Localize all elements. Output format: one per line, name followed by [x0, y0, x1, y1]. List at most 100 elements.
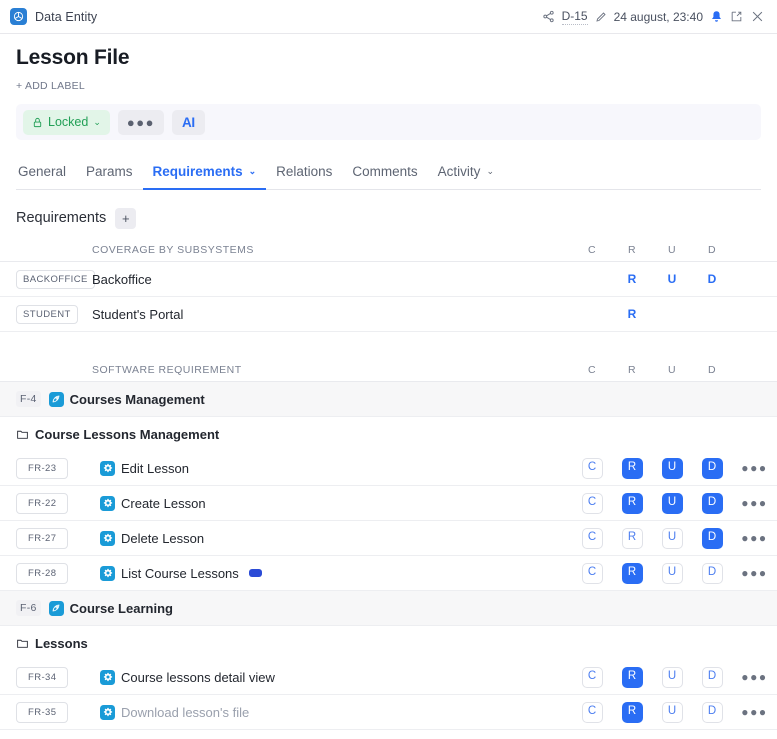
- tab-requirements[interactable]: Requirements ⌄: [142, 164, 267, 190]
- crud-r-toggle[interactable]: R: [621, 562, 643, 584]
- crud-c-toggle[interactable]: C: [581, 527, 603, 549]
- row-menu-button[interactable]: ●●●: [741, 671, 768, 683]
- coverage-r: R: [627, 272, 637, 286]
- folder-icon: [16, 637, 29, 650]
- table-row[interactable]: FR-23 Edit Lesson C R U D ●●●: [0, 451, 777, 486]
- table-row[interactable]: STUDENT Student's Portal R: [0, 297, 777, 332]
- software-requirement-table: SOFTWARE REQUIREMENT C R U D F-4 Courses…: [0, 358, 777, 730]
- column-header-d: D: [708, 243, 716, 256]
- crud-d-toggle[interactable]: D: [701, 562, 723, 584]
- feature-row[interactable]: F-6 Course Learning: [0, 591, 777, 626]
- subsystem-name: Student's Portal: [92, 306, 184, 322]
- share-icon[interactable]: [542, 10, 555, 23]
- ai-button[interactable]: AI: [171, 109, 205, 135]
- entity-date: 24 august, 23:40: [613, 9, 703, 24]
- folder-name: Course Lessons Management: [35, 426, 220, 442]
- requirement-badge: FR-22: [16, 492, 69, 514]
- subsystem-badge: STUDENT: [16, 304, 78, 324]
- crud-c-toggle[interactable]: C: [581, 666, 603, 688]
- crud-r-toggle[interactable]: R: [621, 492, 643, 514]
- ai-label: AI: [181, 114, 195, 130]
- page-title: Lesson File: [16, 46, 130, 69]
- crud-d-toggle[interactable]: D: [701, 527, 723, 549]
- requirements-title: Requirements: [16, 210, 107, 226]
- row-menu-button[interactable]: ●●●: [741, 462, 768, 474]
- folder-row[interactable]: Course Lessons Management: [0, 417, 777, 451]
- crud-c-toggle[interactable]: C: [581, 562, 603, 584]
- crud-d-toggle[interactable]: D: [701, 492, 723, 514]
- software-table-header: SOFTWARE REQUIREMENT C R U D: [0, 358, 777, 382]
- feature-row[interactable]: F-4 Courses Management: [0, 382, 777, 417]
- crud-d-toggle[interactable]: D: [701, 701, 723, 723]
- table-row[interactable]: BACKOFFICE Backoffice R U D: [0, 262, 777, 297]
- requirement-badge: FR-23: [16, 457, 69, 479]
- locked-status-button[interactable]: Locked ⌄: [23, 109, 110, 135]
- crud-r-toggle[interactable]: R: [621, 666, 643, 688]
- table-row[interactable]: FR-28 List Course Lessons C R U D ●●●: [0, 556, 777, 591]
- tab-general[interactable]: General: [16, 164, 76, 190]
- external-link-icon[interactable]: [730, 10, 743, 23]
- crud-c-toggle[interactable]: C: [581, 492, 603, 514]
- crud-u-toggle[interactable]: U: [661, 492, 683, 514]
- column-header-c: C: [588, 243, 596, 256]
- row-menu-button[interactable]: ●●●: [741, 567, 768, 579]
- crud-u-toggle[interactable]: U: [661, 701, 683, 723]
- table-row[interactable]: FR-35 Download lesson's file C R U D ●●●: [0, 695, 777, 730]
- rocket-icon: [48, 600, 64, 616]
- row-menu-button[interactable]: ●●●: [741, 497, 768, 509]
- tab-relations[interactable]: Relations: [266, 164, 342, 190]
- column-header-r: R: [628, 363, 636, 376]
- bell-icon[interactable]: [710, 10, 723, 23]
- crud-c-toggle[interactable]: C: [581, 457, 603, 479]
- row-menu-button[interactable]: ●●●: [741, 532, 768, 544]
- requirements-section-header: Requirements +: [16, 206, 761, 230]
- requirement-name: Create Lesson: [121, 495, 206, 511]
- requirement-badge: FR-34: [16, 666, 69, 688]
- tab-comments[interactable]: Comments: [342, 164, 427, 190]
- crud-c-toggle[interactable]: C: [581, 701, 603, 723]
- table-row[interactable]: FR-27 Delete Lesson C R U D ●●●: [0, 521, 777, 556]
- gear-icon: [100, 530, 115, 546]
- subsystem-badge: BACKOFFICE: [16, 269, 95, 289]
- chevron-down-icon: ⌄: [93, 116, 101, 127]
- crud-r-toggle[interactable]: R: [621, 527, 643, 549]
- action-toolbar: Locked ⌄ ●●● AI: [16, 104, 761, 140]
- crud-u-toggle[interactable]: U: [661, 457, 683, 479]
- crud-u-toggle[interactable]: U: [661, 666, 683, 688]
- crud-d-toggle[interactable]: D: [701, 457, 723, 479]
- table-row[interactable]: FR-34 Course lessons detail view C R U D…: [0, 660, 777, 695]
- requirement-name: List Course Lessons: [121, 565, 239, 581]
- tab-params[interactable]: Params: [76, 164, 143, 190]
- tab-label: Activity: [437, 164, 481, 179]
- crud-u-toggle[interactable]: U: [661, 527, 683, 549]
- feature-badge: F-4: [16, 391, 41, 407]
- label-chip-icon[interactable]: [248, 569, 262, 577]
- crud-u-toggle[interactable]: U: [661, 562, 683, 584]
- folder-row[interactable]: Lessons: [0, 626, 777, 660]
- folder-icon: [16, 428, 29, 441]
- coverage-u: U: [667, 272, 677, 286]
- close-icon[interactable]: [750, 9, 765, 24]
- column-header-d: D: [708, 363, 716, 376]
- table-row[interactable]: FR-22 Create Lesson C R U D ●●●: [0, 486, 777, 521]
- tab-label: General: [18, 164, 67, 179]
- add-label-button[interactable]: + ADD LABEL: [16, 80, 761, 92]
- entity-header: Lesson File + ADD LABEL: [0, 34, 777, 92]
- gear-icon: [100, 704, 115, 720]
- crud-r-toggle[interactable]: R: [621, 457, 643, 479]
- add-requirement-button[interactable]: +: [115, 207, 137, 229]
- coverage-table-header: COVERAGE BY SUBSYSTEMS C R U D: [0, 238, 777, 262]
- coverage-header-label: COVERAGE BY SUBSYSTEMS: [92, 243, 254, 256]
- entity-code[interactable]: D-15: [561, 9, 588, 25]
- tab-activity[interactable]: Activity ⌄: [428, 164, 504, 190]
- requirement-name: Download lesson's file: [121, 704, 250, 720]
- data-entity-logo-icon: [10, 8, 27, 25]
- pencil-icon[interactable]: [595, 11, 607, 23]
- more-actions-button[interactable]: ●●●: [117, 109, 164, 135]
- subsystem-name: Backoffice: [92, 271, 152, 287]
- crud-r-toggle[interactable]: R: [621, 701, 643, 723]
- gear-icon: [100, 495, 115, 511]
- crud-d-toggle[interactable]: D: [701, 666, 723, 688]
- entity-tabs: General Params Requirements ⌄ Relations …: [16, 156, 761, 190]
- row-menu-button[interactable]: ●●●: [741, 706, 768, 718]
